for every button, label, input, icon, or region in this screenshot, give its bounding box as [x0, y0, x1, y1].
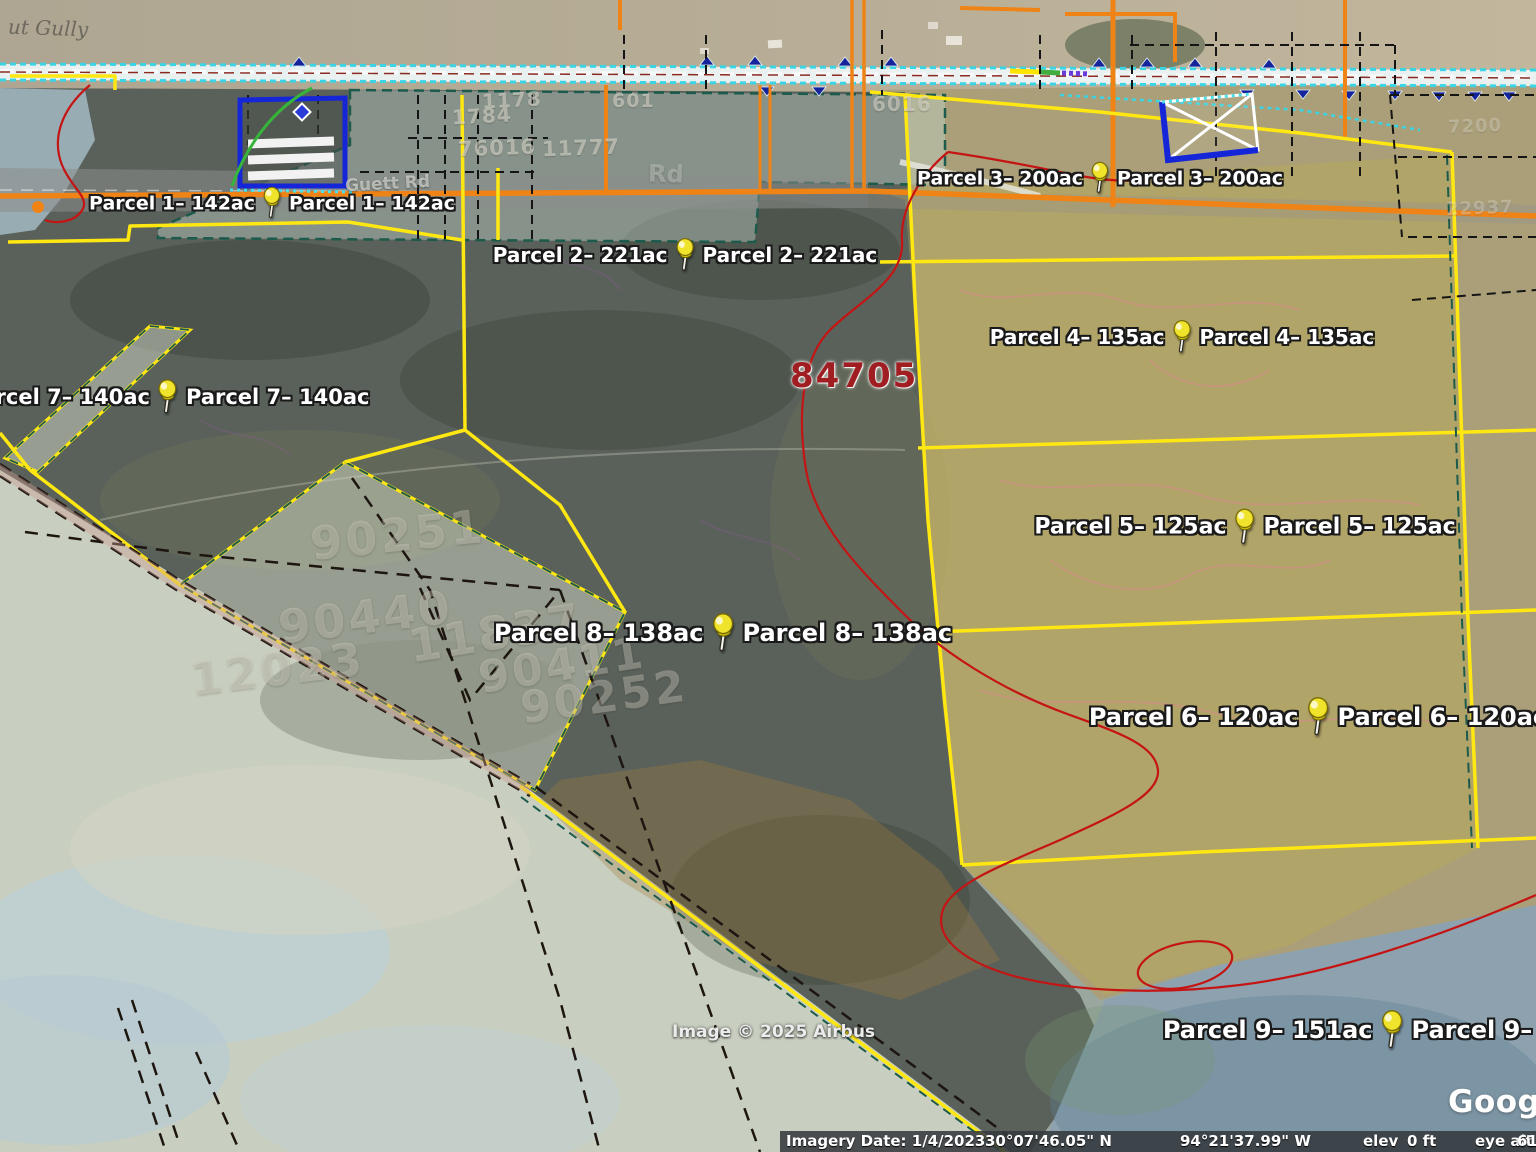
placemark-label-right: Parcel 9– 151ac: [1412, 1016, 1536, 1044]
placemark-label-right: Parcel 1– 142ac: [289, 192, 455, 214]
waterway-label: ut Gully: [8, 15, 89, 42]
pushpin-icon[interactable]: [1305, 697, 1332, 737]
pushpin-icon[interactable]: [710, 613, 737, 653]
placemark-label-right: Parcel 3– 200ac: [1117, 167, 1283, 189]
elevation-label: elev: [1363, 1132, 1398, 1150]
google-earth-map-view[interactable]: 90251 90440 11837 12023 90411 90252 1178…: [0, 0, 1536, 1152]
placemark-label-right: Parcel 7– 140ac: [186, 385, 369, 409]
ghost-parcel-number: 601: [612, 90, 655, 112]
ghost-parcel-number: 7200: [1448, 115, 1503, 138]
placemark-label-left: Parcel 2– 221ac: [493, 243, 668, 267]
road-name-fragment: Rd: [648, 159, 685, 188]
imagery-date: Imagery Date: 1/4/2023: [786, 1132, 985, 1150]
placemark-parcel-8[interactable]: Parcel 8– 138ac Parcel 8– 138ac: [494, 613, 952, 653]
placemark-parcel-1[interactable]: Parcel 1– 142ac Parcel 1– 142ac: [89, 187, 455, 220]
eye-altitude-value: 61: [1517, 1132, 1536, 1150]
placemark-parcel-9[interactable]: Parcel 9– 151ac Parcel 9– 151ac: [1163, 1010, 1536, 1050]
satellite-imagery: [0, 0, 1536, 1152]
placemark-label-left: Parcel 7– 140ac: [0, 385, 150, 409]
placemark-label-left: Parcel 3– 200ac: [917, 167, 1083, 189]
placemark-label-right: Parcel 4– 135ac: [1200, 325, 1375, 349]
latitude-readout: 30°07'46.05" N: [985, 1132, 1112, 1150]
placemark-parcel-3[interactable]: Parcel 3– 200ac Parcel 3– 200ac: [917, 162, 1283, 195]
placemark-parcel-2[interactable]: Parcel 2– 221ac Parcel 2– 221ac: [493, 238, 877, 272]
placemark-label-left: Parcel 6– 120ac: [1089, 703, 1299, 731]
imagery-attribution: Image © 2025 Airbus: [672, 1022, 875, 1042]
status-bar: Imagery Date: 1/4/2023 30°07'46.05" N 94…: [780, 1131, 1536, 1152]
google-logo: Google: [1448, 1084, 1536, 1120]
pushpin-icon[interactable]: [261, 187, 283, 220]
longitude-readout: 94°21'37.99" W: [1180, 1132, 1311, 1150]
placemark-parcel-7[interactable]: Parcel 7– 140ac Parcel 7– 140ac: [0, 379, 369, 415]
ghost-parcel-number: 11777: [542, 135, 621, 162]
elevation-value: 0 ft: [1407, 1132, 1436, 1150]
placemark-label-right: Parcel 8– 138ac: [743, 619, 953, 647]
placemark-label-right: Parcel 5– 125ac: [1264, 515, 1456, 540]
ghost-parcel-number: 22937: [1446, 197, 1514, 220]
placemark-label-left: Parcel 9– 151ac: [1163, 1016, 1373, 1044]
placemark-label-left: Parcel 5– 125ac: [1034, 515, 1226, 540]
pushpin-icon[interactable]: [1171, 320, 1194, 354]
pushpin-icon[interactable]: [1233, 509, 1258, 546]
ghost-parcel-number: 6016: [872, 92, 932, 116]
placemark-label-left: Parcel 4– 135ac: [990, 325, 1165, 349]
ghost-parcel-number: 76016: [458, 135, 537, 162]
pushpin-icon[interactable]: [156, 379, 180, 415]
ghost-parcel-number: 1784: [451, 102, 512, 129]
placemark-label-left: Parcel 1– 142ac: [89, 192, 255, 214]
pushpin-icon[interactable]: [1089, 162, 1111, 195]
placemark-label-left: Parcel 8– 138ac: [494, 619, 704, 647]
placemark-parcel-6[interactable]: Parcel 6– 120ac Parcel 6– 120ac: [1089, 697, 1536, 737]
highlight-parcel-number: 84705: [790, 356, 918, 396]
placemark-label-right: Parcel 6– 120ac: [1338, 703, 1536, 731]
pushpin-icon[interactable]: [674, 238, 697, 272]
pushpin-icon[interactable]: [1379, 1010, 1406, 1050]
placemark-label-right: Parcel 2– 221ac: [703, 243, 878, 267]
placemark-parcel-5[interactable]: Parcel 5– 125ac Parcel 5– 125ac: [1034, 509, 1455, 546]
placemark-parcel-4[interactable]: Parcel 4– 135ac Parcel 4– 135ac: [990, 320, 1374, 354]
